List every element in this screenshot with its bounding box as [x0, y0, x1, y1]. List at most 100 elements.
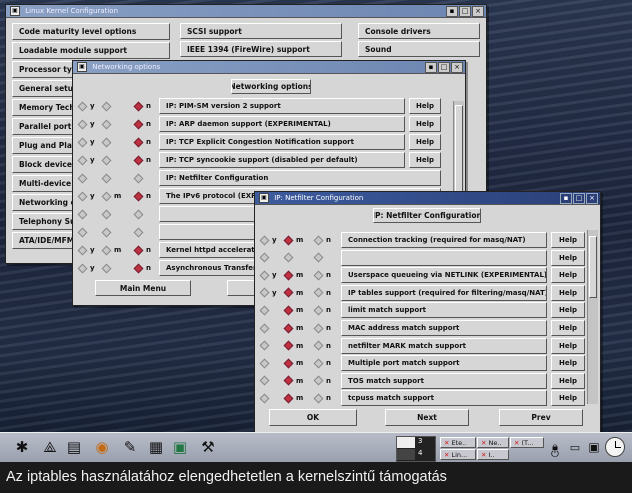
radio-y-icon[interactable] — [259, 235, 270, 245]
netfilter-header-button[interactable]: IP: Netfilter Configuration — [373, 208, 481, 223]
close-icon[interactable]: × — [451, 62, 463, 73]
tristate-n[interactable]: n — [133, 242, 151, 258]
pager-desk-4[interactable] — [397, 449, 415, 460]
radio-n-icon[interactable] — [133, 227, 144, 237]
tristate-n[interactable]: n — [133, 116, 151, 132]
tristate-m[interactable]: m — [283, 373, 303, 389]
window-menu-icon[interactable]: ▣ — [10, 6, 20, 16]
tristate-y[interactable] — [259, 373, 272, 389]
tristate-m[interactable]: m — [283, 267, 303, 283]
tristate-m[interactable]: m — [283, 320, 303, 336]
window-menu-icon[interactable]: ▣ — [259, 193, 269, 203]
tristate-n[interactable]: n — [313, 267, 331, 283]
radio-m-icon[interactable] — [101, 191, 112, 201]
radio-n-icon[interactable] — [133, 263, 144, 273]
option-label-button[interactable]: IP tables support (required for filterin… — [341, 284, 547, 301]
radio-y-icon[interactable] — [259, 340, 270, 351]
window-menu-icon[interactable]: ▣ — [77, 62, 87, 72]
task-item[interactable]: ✕ I.. — [477, 449, 509, 460]
tristate-n[interactable] — [133, 206, 146, 222]
tristate-m[interactable]: m — [101, 242, 121, 258]
radio-n-icon[interactable] — [313, 393, 324, 404]
help-button[interactable]: Help — [551, 267, 585, 284]
tristate-y[interactable] — [259, 302, 272, 318]
file-manager-icon[interactable]: ▦ — [146, 437, 166, 457]
radio-m-icon[interactable] — [283, 305, 294, 316]
tristate-y[interactable] — [259, 338, 272, 354]
ok-button[interactable]: OK — [269, 409, 357, 426]
tristate-m[interactable]: m — [283, 355, 303, 371]
option-label-button[interactable]: IP: Netfilter Configuration — [159, 170, 441, 186]
radio-n-icon[interactable] — [313, 340, 324, 351]
tristate-m[interactable] — [283, 250, 296, 266]
tristate-n[interactable]: n — [313, 232, 331, 248]
tristate-m[interactable]: m — [283, 232, 303, 248]
maximize-icon[interactable]: □ — [438, 62, 450, 73]
radio-m-icon[interactable] — [101, 119, 112, 129]
terminal-icon[interactable]: ▤ — [64, 437, 84, 457]
netfilter-scrollbar[interactable] — [587, 230, 598, 404]
tristate-y[interactable]: y — [259, 232, 277, 248]
radio-y-icon[interactable] — [77, 191, 88, 201]
task-item[interactable]: ✕ Ne.. — [477, 437, 509, 448]
tristate-m[interactable]: m — [283, 302, 303, 318]
radio-n-icon[interactable] — [133, 101, 144, 111]
radio-n-icon[interactable] — [133, 155, 144, 165]
help-button[interactable]: Help — [551, 337, 585, 354]
radio-m-icon[interactable] — [283, 375, 294, 386]
radio-n-icon[interactable] — [313, 252, 324, 263]
option-label-button[interactable]: Multiple port match support — [341, 355, 547, 372]
tristate-n[interactable]: n — [313, 355, 331, 371]
tristate-y[interactable]: y — [259, 285, 277, 301]
maximize-icon[interactable]: □ — [573, 193, 585, 204]
help-button[interactable]: Help — [551, 390, 585, 407]
radio-m-icon[interactable] — [283, 235, 294, 245]
menu-button-loadable-module[interactable]: Loadable module support — [12, 42, 170, 59]
tristate-y[interactable] — [77, 170, 90, 186]
tristate-y[interactable] — [259, 390, 272, 406]
radio-m-icon[interactable] — [101, 155, 112, 165]
help-button[interactable]: Help — [551, 232, 585, 248]
tristate-m[interactable] — [101, 152, 114, 168]
tristate-n[interactable]: n — [133, 152, 151, 168]
tristate-y[interactable]: y — [77, 242, 95, 258]
radio-y-icon[interactable] — [77, 101, 88, 111]
radio-n-icon[interactable] — [313, 305, 324, 316]
battery-icon[interactable]: ▭ — [565, 437, 585, 457]
task-item[interactable]: ✕ Ete.. — [440, 437, 476, 448]
radio-y-icon[interactable] — [77, 137, 88, 147]
tristate-y[interactable]: y — [77, 134, 95, 150]
radio-m-icon[interactable] — [101, 263, 112, 273]
tristate-n[interactable] — [133, 224, 146, 240]
radio-y-icon[interactable] — [259, 305, 270, 316]
radio-m-icon[interactable] — [283, 358, 294, 369]
tristate-y[interactable] — [259, 355, 272, 371]
close-icon[interactable]: × — [586, 193, 598, 204]
tristate-y[interactable]: y — [77, 116, 95, 132]
radio-n-icon[interactable] — [313, 287, 324, 298]
tristate-m[interactable]: m — [283, 390, 303, 406]
radio-n-icon[interactable] — [133, 173, 144, 183]
option-label-button[interactable] — [341, 249, 547, 266]
option-label-button[interactable]: IP: TCP Explicit Congestion Notification… — [159, 134, 405, 150]
menu-button-console[interactable]: Console drivers — [358, 23, 480, 39]
tristate-m[interactable]: m — [283, 285, 303, 301]
tristate-m[interactable] — [101, 170, 114, 186]
help-button[interactable]: Help — [551, 302, 585, 319]
radio-y-icon[interactable] — [259, 323, 270, 333]
tristate-n[interactable]: n — [313, 320, 331, 336]
tristate-m[interactable] — [101, 260, 114, 276]
tristate-m[interactable] — [101, 206, 114, 222]
gnome-foot-icon[interactable]: ✱ — [12, 437, 32, 457]
help-button[interactable]: Help — [409, 134, 441, 150]
tristate-y[interactable]: y — [77, 188, 95, 204]
tristate-m[interactable]: m — [283, 338, 303, 354]
radio-y-icon[interactable] — [259, 270, 270, 281]
radio-m-icon[interactable] — [283, 287, 294, 298]
main-menu-button[interactable]: Main Menu — [95, 280, 191, 296]
tristate-y[interactable]: y — [77, 260, 95, 276]
radio-n-icon[interactable] — [313, 375, 324, 386]
radio-m-icon[interactable] — [101, 209, 112, 219]
close-icon[interactable]: × — [472, 6, 484, 17]
tristate-n[interactable]: n — [313, 302, 331, 318]
